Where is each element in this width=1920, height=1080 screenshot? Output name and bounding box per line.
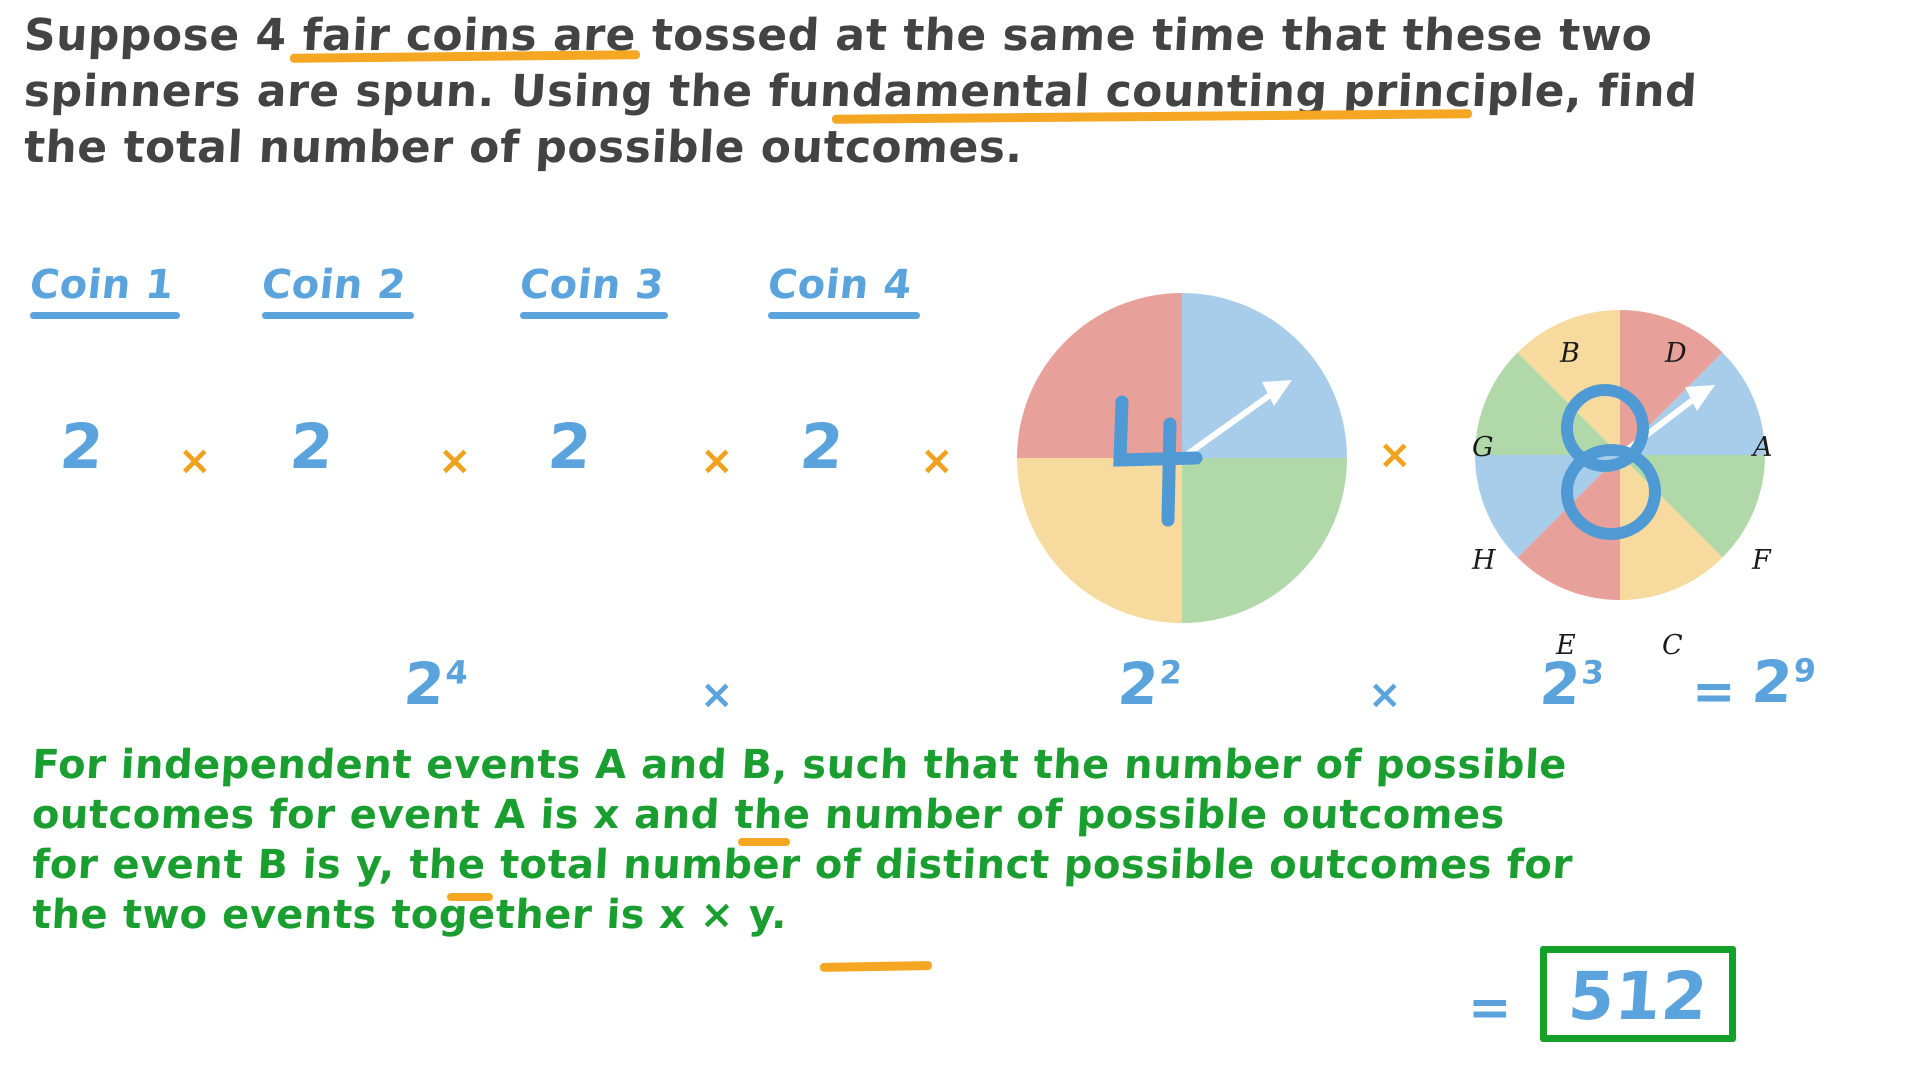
coin-underline-3 [520, 312, 668, 319]
expression-result-base: 2 [1749, 648, 1796, 716]
expression-equals: = [1692, 662, 1737, 722]
coin-value-2: 2 [287, 410, 337, 483]
note-line-1: For independent events A and B, such tha… [30, 742, 1569, 788]
coin-operator-3: × [700, 438, 735, 484]
coin-underline-1 [30, 312, 180, 319]
note-line-4: the two events together is x × y. [30, 892, 789, 938]
expression-spinner2-power: 23 [1538, 650, 1606, 718]
coin-value-4: 2 [797, 410, 847, 483]
spinner-sector-label-B: B [1560, 338, 1580, 369]
coin-label-4: Coin 4 [765, 262, 915, 308]
coin-value-3: 2 [545, 410, 595, 483]
note-underline-y [447, 893, 493, 901]
spinner-sector-label-D: D [1665, 338, 1687, 369]
expression-result-power: 29 [1750, 648, 1818, 716]
coin-label-1: Coin 1 [27, 262, 177, 308]
coin-underline-4 [768, 312, 920, 319]
coin-label-2: Coin 2 [259, 262, 409, 308]
spinner-sector-label-F: F [1752, 545, 1771, 576]
spinner-1-count-annotation [1113, 395, 1203, 527]
coin-operator-1: × [178, 438, 213, 484]
question-line-1: Suppose 4 fair coins are tossed at the s… [22, 10, 1654, 61]
coin-column-3: Coin 3 [517, 262, 668, 319]
worksheet-canvas: Suppose 4 fair coins are tossed at the s… [0, 0, 1920, 1080]
coin-operator-2: × [438, 438, 473, 484]
expression-result-exponent: 9 [1792, 651, 1818, 690]
coin-column-4: Coin 4 [765, 262, 920, 319]
coin-column-1: Coin 1 [27, 262, 180, 319]
note-line-3: for event B is y, the total number of di… [30, 842, 1574, 888]
note-underline-x [738, 838, 790, 846]
spinner-sector-label-H: H [1472, 545, 1496, 576]
expression-operator-2: × [1368, 672, 1403, 718]
expression-spinner2-base: 2 [1537, 650, 1584, 718]
note-text-block: For independent events A and B, such tha… [30, 740, 1574, 940]
answer-value: 512 [1565, 958, 1711, 1035]
expression-coins-base: 2 [401, 650, 448, 718]
coin-operator-4: × [920, 438, 955, 484]
expression-spinner2-exponent: 3 [1580, 653, 1606, 692]
expression-coins-exponent: 4 [444, 653, 470, 692]
spinner-sector-label-C: C [1662, 630, 1683, 661]
spinner-sector-label-G: G [1472, 432, 1494, 463]
expression-operator-1: × [700, 672, 735, 718]
spinner-sector-label-A: A [1753, 432, 1773, 463]
expression-spinner1-power: 22 [1116, 650, 1184, 718]
spinner-operator: × [1378, 432, 1413, 478]
coin-value-1: 2 [57, 410, 107, 483]
note-line-2: outcomes for event A is x and the number… [30, 792, 1507, 838]
expression-coins-power: 24 [402, 650, 470, 718]
note-underline-xy [819, 961, 933, 972]
spinner-2-count-annotation [1561, 384, 1661, 540]
answer-equals: = [1468, 978, 1513, 1038]
question-line-3: the total number of possible outcomes. [22, 122, 1025, 173]
coin-underline-2 [262, 312, 414, 319]
question-text-block: Suppose 4 fair coins are tossed at the s… [22, 8, 1699, 176]
answer-box: 512 [1540, 946, 1736, 1042]
coin-label-3: Coin 3 [517, 262, 667, 308]
expression-spinner1-exponent: 2 [1158, 653, 1184, 692]
coin-column-2: Coin 2 [259, 262, 414, 319]
expression-spinner1-base: 2 [1115, 650, 1162, 718]
